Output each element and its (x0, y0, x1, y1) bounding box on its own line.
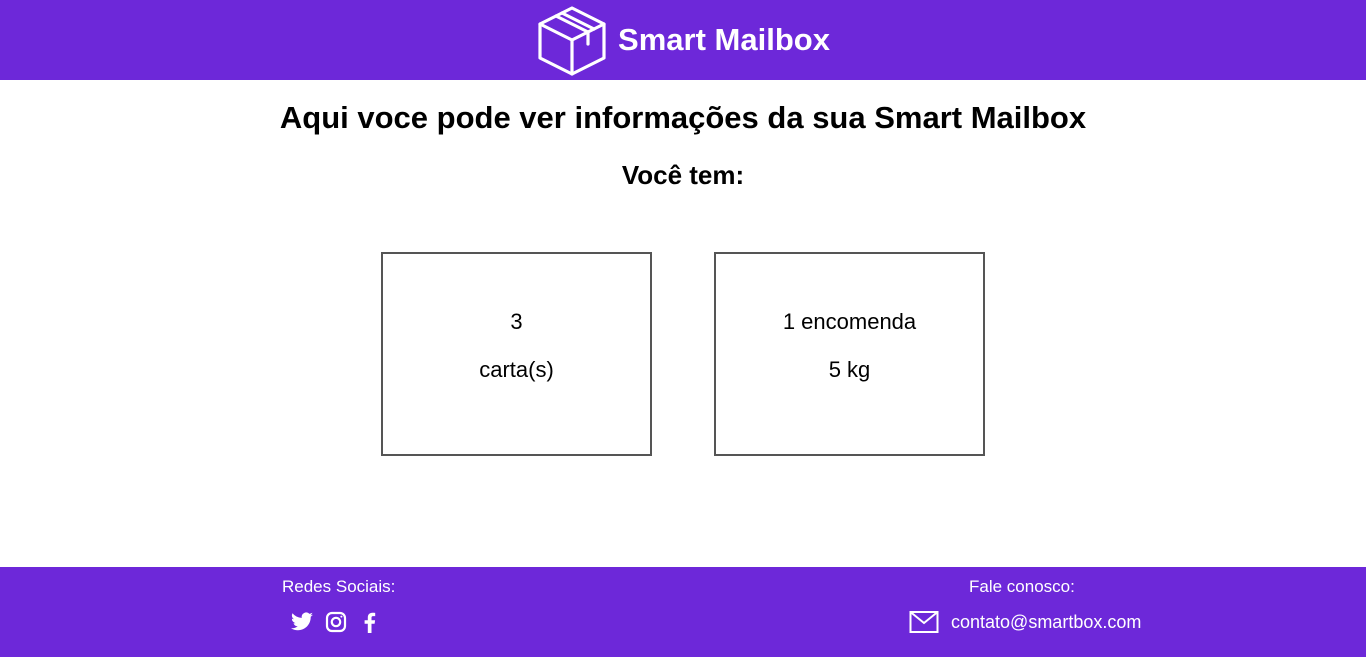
packages-weight: 5 kg (828, 357, 871, 382)
page-title: Aqui voce pode ver informações da sua Sm… (279, 100, 1087, 135)
mail-icon (909, 610, 939, 634)
packages-count: 1 encomenda (782, 309, 917, 334)
footer-bar: Redes Sociais: Fale conosco: contato@sma… (0, 567, 1366, 657)
contact-row: contato@smartbox.com (909, 610, 1141, 634)
letters-count: 3 (510, 309, 523, 334)
contact-email-link[interactable]: contato@smartbox.com (951, 612, 1141, 633)
header-bar: Smart Mailbox (0, 0, 1366, 80)
instagram-icon[interactable] (324, 610, 348, 634)
brand[interactable]: Smart Mailbox (536, 4, 830, 76)
twitter-icon[interactable] (290, 610, 314, 634)
page-subtitle: Você tem: (621, 160, 745, 190)
packages-card: 1 encomenda 5 kg (714, 252, 985, 456)
social-title: Redes Sociais: (282, 577, 396, 596)
letters-card: 3 carta(s) (381, 252, 652, 456)
social-links (290, 610, 382, 634)
letters-label: carta(s) (479, 357, 554, 382)
package-box-icon (536, 4, 608, 76)
brand-name: Smart Mailbox (618, 22, 830, 57)
facebook-icon[interactable] (358, 610, 382, 634)
contact-title: Fale conosco: (969, 577, 1075, 596)
